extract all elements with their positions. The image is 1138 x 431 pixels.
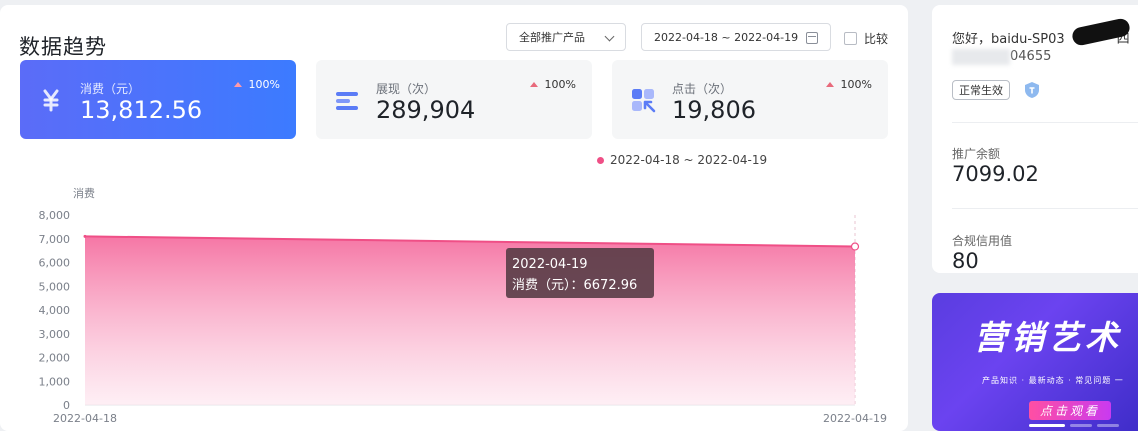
metric-change-value: 100% bbox=[248, 78, 280, 91]
yen-icon bbox=[43, 89, 59, 112]
tooltip-value: 消费（元）：6672.96 bbox=[512, 278, 638, 293]
metric-change-value: 100% bbox=[544, 78, 576, 91]
metric-value: 13,812.56 bbox=[80, 96, 203, 124]
watch-button[interactable]: 点击观看 bbox=[1029, 401, 1111, 420]
divider bbox=[952, 208, 1138, 209]
y-axis-label: 消费 bbox=[73, 186, 95, 200]
account-id-tail: 04655 bbox=[1010, 49, 1052, 64]
y-tick-label: 1,000 bbox=[39, 375, 71, 388]
metric-label: 点击（次） bbox=[672, 82, 733, 96]
metric-card-impressions[interactable]: 展现（次） 289,904 100% bbox=[316, 60, 592, 139]
legend-dot bbox=[597, 156, 604, 164]
carousel-dot[interactable] bbox=[1070, 424, 1092, 427]
x-tick-label: 2022-04-19 bbox=[823, 412, 887, 425]
metric-label: 消费（元） bbox=[80, 82, 141, 96]
product-select-value: 全部推广产品 bbox=[519, 31, 585, 44]
arrow-up-icon bbox=[233, 82, 242, 87]
chart-legend[interactable]: 2022-04-18 ~ 2022-04-19 bbox=[597, 153, 767, 167]
y-tick-label: 8,000 bbox=[39, 209, 71, 222]
status-badge: 正常生效 bbox=[952, 80, 1010, 100]
page-title: 数据趋势 bbox=[19, 35, 107, 59]
credit-label: 合规信用值 bbox=[952, 234, 1013, 248]
compare-checkbox[interactable] bbox=[844, 32, 857, 45]
carousel-dot[interactable] bbox=[1097, 424, 1119, 427]
series-area bbox=[85, 236, 855, 405]
divider bbox=[952, 122, 1138, 123]
data-point[interactable] bbox=[850, 242, 860, 251]
carousel-dot[interactable] bbox=[1029, 424, 1065, 427]
carousel-dots bbox=[1029, 424, 1119, 427]
balance-value: 7099.02 bbox=[952, 162, 1039, 186]
metric-label: 展现（次） bbox=[376, 82, 437, 96]
compare-toggle[interactable]: 比较 bbox=[844, 30, 888, 47]
banner-title: 营销艺术 bbox=[974, 318, 1122, 357]
redaction-blur bbox=[952, 49, 1010, 65]
y-tick-label: 7,000 bbox=[39, 233, 71, 246]
greeting-text: 您好，baidu-SP03 bbox=[952, 32, 1065, 47]
calendar-icon bbox=[806, 32, 818, 44]
metric-change-value: 100% bbox=[840, 78, 872, 91]
chart-tooltip: 2022-04-19 消费（元）：6672.96 bbox=[506, 248, 654, 298]
date-range-value: 2022-04-18 ~ 2022-04-19 bbox=[654, 30, 799, 44]
y-tick-label: 5,000 bbox=[39, 280, 71, 293]
legend-label: 2022-04-18 ~ 2022-04-19 bbox=[610, 153, 768, 167]
arrow-up-icon bbox=[825, 82, 834, 87]
banner-subtitle: 产品知识 · 最新动态 · 常见问题 一 bbox=[982, 376, 1124, 385]
arrow-up-icon bbox=[529, 82, 538, 87]
metric-change: 100% bbox=[233, 78, 280, 91]
product-select[interactable]: 全部推广产品 bbox=[506, 23, 626, 51]
bars-icon bbox=[336, 92, 358, 110]
account-card: 您好，baidu-SP03 四 04655 正常生效 推广余额 7099.02 合… bbox=[932, 5, 1138, 273]
date-range-picker[interactable]: 2022-04-18 ~ 2022-04-19 bbox=[641, 23, 831, 51]
shield-icon[interactable] bbox=[1024, 81, 1040, 99]
chevron-down-icon bbox=[604, 31, 615, 42]
y-tick-label: 6,000 bbox=[39, 257, 71, 270]
metric-card-clicks[interactable]: 点击（次） 19,806 100% bbox=[612, 60, 888, 139]
y-tick-label: 2,000 bbox=[39, 352, 71, 365]
y-tick-label: 3,000 bbox=[39, 328, 71, 341]
metric-value: 19,806 bbox=[672, 96, 756, 124]
promo-banner[interactable]: 营销艺术 产品知识 · 最新动态 · 常见问题 一 点击观看 bbox=[932, 293, 1138, 431]
metric-change: 100% bbox=[529, 78, 576, 91]
data-point[interactable] bbox=[83, 234, 87, 238]
y-tick-label: 4,000 bbox=[39, 304, 71, 317]
spend-trend-chart[interactable]: 消费 0 1,000 2,000 3,000 4,000 5,000 6,000 7,000 8… bbox=[0, 178, 908, 431]
credit-value: 80 bbox=[952, 249, 979, 273]
compare-label: 比较 bbox=[864, 32, 889, 46]
x-tick-label: 2022-04-18 bbox=[53, 412, 117, 425]
metric-value: 289,904 bbox=[376, 96, 476, 124]
tooltip-date: 2022-04-19 bbox=[512, 257, 588, 272]
grid-click-icon bbox=[632, 89, 656, 113]
metric-change: 100% bbox=[825, 78, 872, 91]
balance-label: 推广余额 bbox=[952, 147, 1001, 161]
y-tick-label: 0 bbox=[63, 399, 70, 412]
metric-card-spend[interactable]: 消费（元） 13,812.56 100% bbox=[20, 60, 296, 139]
